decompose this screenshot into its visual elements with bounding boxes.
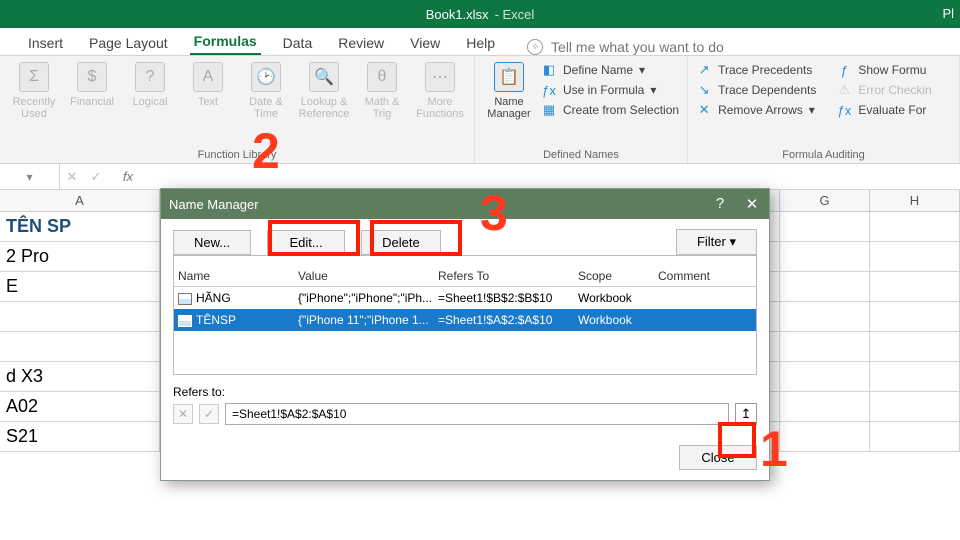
collapse-dialog-icon[interactable]: ↥: [735, 403, 757, 425]
close-button[interactable]: Close: [679, 445, 757, 470]
group-defined-names: Defined Names: [483, 147, 679, 161]
name-manager-dialog: Name Manager ? ✕ New... Edit... Delete F…: [160, 188, 770, 481]
cancel-icon[interactable]: ✕: [60, 169, 84, 185]
app-name: - Excel: [495, 7, 535, 22]
tab-data[interactable]: Data: [279, 31, 317, 55]
rbn-logical[interactable]: ?Logical: [124, 62, 176, 120]
rbn-evaluate-formula[interactable]: ƒxEvaluate For: [836, 102, 931, 118]
col-G[interactable]: G: [780, 190, 870, 211]
tab-formulas[interactable]: Formulas: [190, 29, 261, 55]
tell-me[interactable]: ✧ Tell me what you want to do: [527, 39, 724, 55]
rbn-lookup[interactable]: 🔍Lookup & Reference: [298, 62, 350, 120]
dialog-title: Name Manager: [169, 197, 259, 212]
tab-insert[interactable]: Insert: [24, 31, 67, 55]
table-icon: [178, 315, 192, 327]
group-formula-auditing: Formula Auditing: [696, 147, 951, 161]
enter-icon[interactable]: ✓: [84, 169, 108, 185]
rbn-error-checking[interactable]: ⚠Error Checkin: [836, 82, 931, 98]
col-A[interactable]: A: [0, 190, 160, 211]
list-item-selected[interactable]: TÊNSP {"iPhone 11";"iPhone 1... =Sheet1!…: [174, 309, 756, 331]
close-icon[interactable]: ✕: [743, 195, 761, 213]
title-bar: Book1.xlsx - Excel Pl: [0, 0, 960, 28]
rbn-text[interactable]: AText: [182, 62, 234, 120]
tab-help[interactable]: Help: [462, 31, 499, 55]
filter-button[interactable]: Filter ▾: [676, 229, 757, 255]
rbn-create-selection[interactable]: ▦Create from Selection: [541, 102, 679, 118]
rbn-date-time[interactable]: 🕑Date & Time: [240, 62, 292, 120]
col-name[interactable]: Name: [174, 266, 294, 286]
rbn-define-name[interactable]: ◧Define Name ▾: [541, 62, 679, 78]
tab-page-layout[interactable]: Page Layout: [85, 31, 172, 55]
rbn-recently-used[interactable]: ΣRecently Used: [8, 62, 60, 120]
cell-a[interactable]: A02: [0, 392, 160, 422]
col-H[interactable]: H: [870, 190, 960, 211]
delete-button[interactable]: Delete: [361, 230, 441, 255]
ribbon-tabs: Insert Page Layout Formulas Data Review …: [0, 28, 960, 56]
ribbon: ΣRecently Used $Financial ?Logical AText…: [0, 56, 960, 164]
commit-icon[interactable]: ✓: [199, 404, 219, 424]
rbn-show-formulas[interactable]: ƒShow Formu: [836, 62, 931, 78]
col-comment[interactable]: Comment: [654, 266, 734, 286]
cell-a[interactable]: E: [0, 272, 160, 302]
cell-a[interactable]: [0, 302, 160, 332]
refers-to-input[interactable]: =Sheet1!$A$2:$A$10: [225, 403, 729, 425]
tell-me-label: Tell me what you want to do: [551, 39, 724, 55]
rbn-name-manager[interactable]: 📋Name Manager: [483, 62, 535, 120]
rbn-financial[interactable]: $Financial: [66, 62, 118, 120]
tab-view[interactable]: View: [406, 31, 444, 55]
col-refers[interactable]: Refers To: [434, 266, 574, 286]
dialog-titlebar[interactable]: Name Manager ? ✕: [161, 189, 769, 219]
cell-a[interactable]: [0, 332, 160, 362]
new-button[interactable]: New...: [173, 230, 251, 255]
rbn-remove-arrows[interactable]: ✕Remove Arrows ▾: [696, 102, 816, 118]
rbn-more[interactable]: ⋯More Functions: [414, 62, 466, 120]
rbn-use-in-formula[interactable]: ƒxUse in Formula ▾: [541, 82, 679, 98]
table-icon: [178, 293, 192, 305]
group-function-library: Function Library: [8, 147, 466, 161]
names-list[interactable]: Name Value Refers To Scope Comment HÃNG …: [173, 255, 757, 375]
cell-a[interactable]: S21: [0, 422, 160, 452]
list-item[interactable]: HÃNG {"iPhone";"iPhone";"iPh... =Sheet1!…: [174, 287, 756, 309]
tab-review[interactable]: Review: [334, 31, 388, 55]
discard-icon[interactable]: ✕: [173, 404, 193, 424]
refers-to-label: Refers to:: [173, 385, 757, 399]
rbn-math[interactable]: θMath & Trig: [356, 62, 408, 120]
col-scope[interactable]: Scope: [574, 266, 654, 286]
help-icon[interactable]: ?: [711, 195, 729, 213]
cell-a[interactable]: d X3: [0, 362, 160, 392]
edit-button[interactable]: Edit...: [267, 230, 345, 255]
lightbulb-icon: ✧: [527, 39, 543, 55]
rbn-trace-dependents[interactable]: ↘Trace Dependents: [696, 82, 816, 98]
fx-icon[interactable]: fx: [108, 169, 148, 184]
col-value[interactable]: Value: [294, 266, 434, 286]
file-name: Book1.xlsx: [426, 7, 489, 22]
formula-bar: ▾ ✕ ✓ fx: [0, 164, 960, 190]
cell-a[interactable]: 2 Pro: [0, 242, 160, 272]
cell-header[interactable]: TÊN SP: [0, 212, 160, 242]
rbn-trace-precedents[interactable]: ↗Trace Precedents: [696, 62, 816, 78]
name-box[interactable]: ▾: [0, 164, 60, 189]
titlebar-right-text: Pl: [942, 0, 954, 28]
